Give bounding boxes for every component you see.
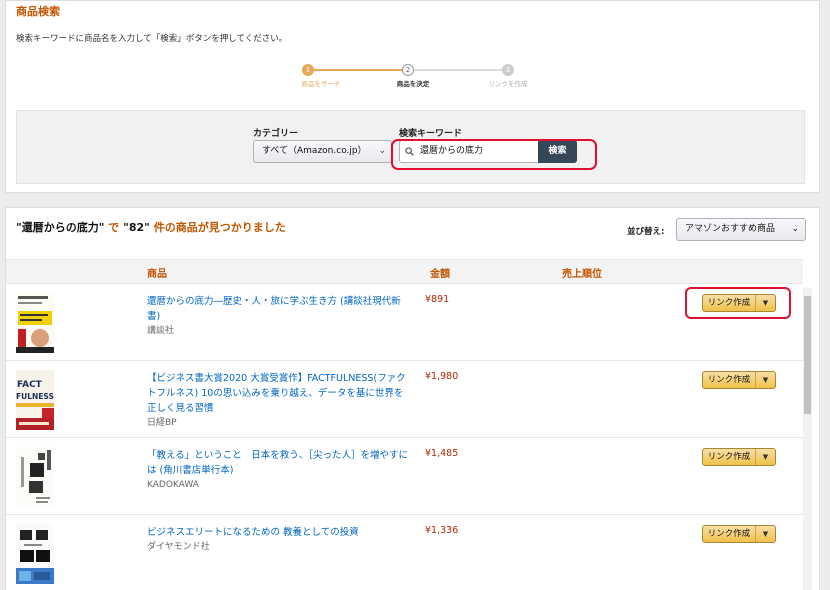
step-connector [308, 69, 408, 71]
step-2-dot: 2 [402, 64, 414, 76]
create-link-button[interactable]: リンク作成 ▼ [702, 525, 776, 543]
search-instructions: 検索キーワードに商品名を入力して「検索」ボタンを押してください。 [16, 34, 288, 44]
product-info: 【ビジネス書大賞2020 大賞受賞作】FACTFULNESS(ファクトフルネス)… [147, 371, 409, 431]
product-publisher: 講談社 [147, 326, 175, 336]
step-1-label: 商品をサーチ [301, 80, 341, 88]
chevron-down-icon: ⌄ [378, 146, 386, 156]
product-info: ビジネスエリートになるための 教養としての投資 ダイヤモンド社 [147, 525, 409, 555]
keyword-highlight-box [391, 139, 597, 170]
scrollbar-thumb[interactable] [804, 296, 811, 414]
summary-query: "還暦からの底力" [16, 221, 105, 234]
results-table-header: 商品 金額 売上順位 [6, 259, 803, 283]
product-thumbnail[interactable] [16, 524, 54, 584]
step-3-label: リンクを作成 [488, 80, 528, 88]
product-price: ¥1,980 [425, 371, 459, 382]
sort-select[interactable]: アマゾンおすすめ商品 ⌄ [676, 218, 806, 241]
summary-tail: 件の商品が見つかりました [149, 221, 286, 234]
product-thumbnail[interactable]: FACT FULNESS [16, 370, 54, 430]
product-price: ¥891 [425, 294, 450, 305]
chevron-down-icon: ⌄ [791, 224, 799, 234]
svg-text:FULNESS: FULNESS [16, 392, 54, 401]
create-link-button[interactable]: リンク作成 ▼ [702, 448, 776, 466]
product-publisher: ダイヤモンド社 [147, 542, 210, 552]
results-panel: "還暦からの底力" で "82" 件の商品が見つかりました 並び替え: アマゾン… [5, 207, 820, 590]
create-link-label: リンク作成 [707, 375, 751, 385]
scrollbar[interactable] [803, 288, 812, 590]
table-row: ビジネスエリートになるための 教養としての投資 ダイヤモンド社 ¥1,336 リ… [6, 514, 803, 590]
column-product: 商品 [147, 269, 167, 280]
column-price: 金額 [430, 269, 450, 280]
table-row: 「教える」ということ 日本を救う、［尖った人］を増やすには (角川書店単行本) … [6, 437, 803, 514]
results-summary: "還暦からの底力" で "82" 件の商品が見つかりました [16, 219, 286, 235]
caret-down-icon[interactable]: ▼ [755, 449, 775, 465]
category-select[interactable]: すべて（Amazon.co.jp） ⌄ [253, 140, 392, 163]
step-2-label: 商品を決定 [396, 80, 430, 88]
keyword-label: 検索キーワード [399, 129, 463, 139]
product-title-link[interactable]: 「教える」ということ 日本を救う、［尖った人］を増やすには (角川書店単行本) [147, 450, 408, 476]
progress-steps: 1 2 3 商品をサーチ 商品を決定 リンクを作成 [289, 59, 539, 89]
product-publisher: KADOKAWA [147, 480, 199, 490]
table-row: 還暦からの底力―歴史・人・旅に学ぶ生き方 (講談社現代新書) 講談社 ¥891 … [6, 283, 803, 360]
product-info: 還暦からの底力―歴史・人・旅に学ぶ生き方 (講談社現代新書) 講談社 [147, 294, 409, 339]
step-connector [408, 69, 508, 71]
column-rank: 売上順位 [562, 269, 602, 280]
summary-de: で [104, 221, 124, 234]
step-1-dot: 1 [302, 64, 314, 76]
product-price: ¥1,485 [425, 448, 459, 459]
search-panel-title: 商品検索 [16, 5, 60, 18]
table-row: FACT FULNESS 【ビジネス書大賞2020 大賞受賞作】FACTFULN… [6, 360, 803, 437]
summary-count: "82" [123, 221, 150, 234]
link-button-highlight-box [685, 287, 791, 319]
sort-label: 並び替え: [627, 227, 665, 237]
caret-down-icon[interactable]: ▼ [755, 372, 775, 388]
create-link-label: リンク作成 [707, 452, 751, 462]
caret-down-icon[interactable]: ▼ [755, 526, 775, 542]
svg-text:FACT: FACT [17, 380, 43, 390]
product-thumbnail[interactable] [16, 447, 54, 507]
step-3-dot: 3 [502, 64, 514, 76]
product-info: 「教える」ということ 日本を救う、［尖った人］を増やすには (角川書店単行本) … [147, 448, 409, 493]
category-label: カテゴリー [253, 129, 299, 139]
product-title-link[interactable]: 【ビジネス書大賞2020 大賞受賞作】FACTFULNESS(ファクトフルネス)… [147, 373, 406, 414]
product-price: ¥1,336 [425, 525, 459, 536]
sort-value: アマゾンおすすめ商品 [685, 224, 776, 234]
create-link-button[interactable]: リンク作成 ▼ [702, 371, 776, 389]
product-publisher: 日経BP [147, 418, 177, 428]
product-title-link[interactable]: 還暦からの底力―歴史・人・旅に学ぶ生き方 (講談社現代新書) [147, 296, 401, 322]
product-thumbnail[interactable] [16, 293, 54, 353]
category-value: すべて（Amazon.co.jp） [262, 146, 367, 156]
create-link-label: リンク作成 [707, 529, 751, 539]
product-title-link[interactable]: ビジネスエリートになるための 教養としての投資 [147, 527, 359, 538]
